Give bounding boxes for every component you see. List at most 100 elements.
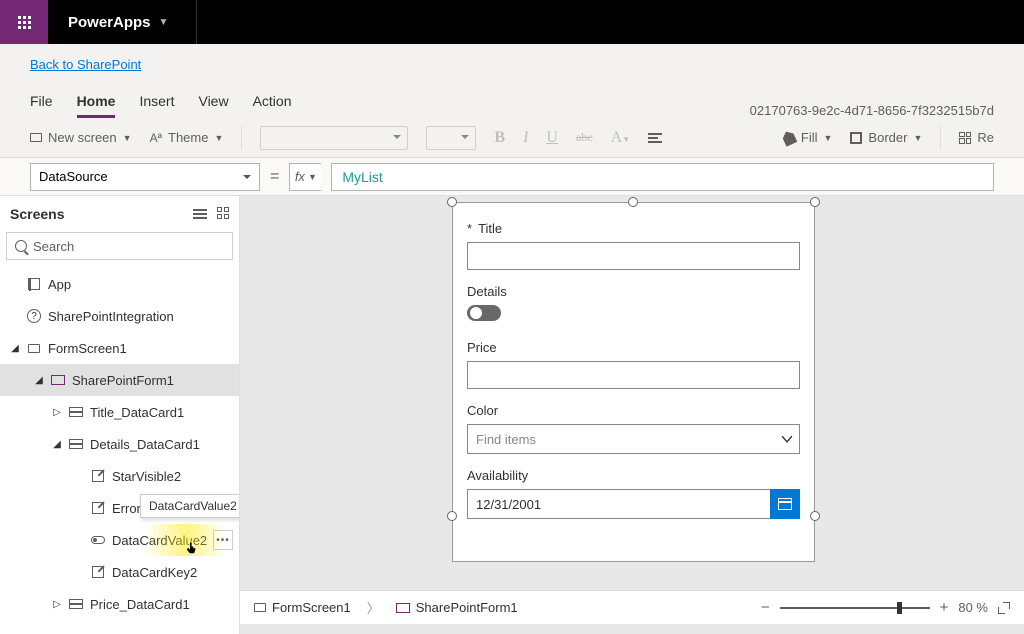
- app-title-text: PowerApps: [68, 14, 151, 31]
- waffle-button[interactable]: [0, 0, 48, 44]
- border-label: Border: [868, 130, 907, 145]
- border-button[interactable]: Border ▼: [850, 130, 922, 145]
- menu-file[interactable]: File: [30, 93, 53, 118]
- app-title-dropdown[interactable]: PowerApps ▼: [48, 0, 188, 44]
- tree-sp-integration[interactable]: ? SharePointIntegration: [0, 300, 239, 332]
- font-family-dropdown[interactable]: [260, 126, 408, 150]
- menu-insert[interactable]: Insert: [139, 93, 174, 118]
- tree-label: DataCardValue2: [112, 533, 207, 548]
- zoom-label: 80 %: [958, 600, 988, 615]
- required-indicator: *: [467, 221, 472, 236]
- tree-tooltip: DataCardValue2: [140, 494, 239, 518]
- menu-view[interactable]: View: [198, 93, 228, 118]
- selection-handle[interactable]: [810, 197, 820, 207]
- chevron-down-icon: ▼: [824, 133, 833, 143]
- color-combobox[interactable]: Find items: [467, 424, 800, 454]
- tree-details-datacard[interactable]: ◢ Details_DataCard1: [0, 428, 239, 460]
- underline-button[interactable]: U: [546, 129, 558, 147]
- selection-handle[interactable]: [447, 197, 457, 207]
- fill-button[interactable]: Fill ▼: [783, 130, 833, 145]
- italic-button[interactable]: I: [523, 129, 528, 147]
- new-screen-label: New screen: [48, 130, 117, 145]
- tree-price-datacard[interactable]: ▷ Price_DataCard1: [0, 588, 239, 620]
- font-size-dropdown[interactable]: [426, 126, 476, 150]
- expand-arrow[interactable]: ▷: [52, 599, 62, 610]
- canvas[interactable]: * Title Details Price Color Find items: [240, 196, 1024, 634]
- new-screen-button[interactable]: New screen ▼: [30, 130, 132, 145]
- chevron-down-icon: ▼: [159, 17, 169, 28]
- form-icon: [51, 375, 65, 385]
- divider: [241, 126, 242, 150]
- zoom-slider[interactable]: [780, 607, 930, 609]
- reorder-button[interactable]: Re: [959, 130, 994, 145]
- tree-label: FormScreen1: [48, 341, 127, 356]
- align-icon: [648, 131, 662, 145]
- details-toggle[interactable]: [467, 305, 501, 321]
- cursor-icon: [184, 540, 200, 556]
- fill-label: Fill: [801, 130, 818, 145]
- fullscreen-button[interactable]: [998, 602, 1010, 614]
- formula-value: MyList: [342, 169, 382, 185]
- zoom-in-button[interactable]: +: [940, 599, 949, 616]
- toggle-icon: [91, 536, 105, 544]
- tree-datacardkey[interactable]: DataCardKey2: [0, 556, 239, 588]
- selection-handle[interactable]: [447, 511, 457, 521]
- tree-title-datacard[interactable]: ▷ Title_DataCard1: [0, 396, 239, 428]
- list-view-icon[interactable]: [193, 207, 207, 221]
- back-to-sharepoint-link[interactable]: Back to SharePoint: [30, 57, 141, 72]
- card-icon: [69, 407, 83, 417]
- tree-label: SharePointForm1: [72, 373, 174, 388]
- reorder-label: Re: [977, 130, 994, 145]
- date-value: 12/31/2001: [476, 497, 541, 512]
- color-label: Color: [467, 403, 498, 418]
- collapse-arrow[interactable]: ◢: [10, 343, 20, 354]
- expand-arrow[interactable]: ▷: [52, 407, 62, 418]
- font-color-button[interactable]: A▼: [611, 129, 630, 147]
- screens-pane: Screens Search App ? SharePointIntegrati…: [0, 196, 240, 634]
- theme-button[interactable]: Aª Theme ▼: [150, 130, 224, 145]
- fx-button[interactable]: fx▼: [289, 163, 321, 191]
- bottom-bar: FormScreen1 〉 SharePointForm1 − + 80 %: [240, 590, 1024, 624]
- selection-handle[interactable]: [628, 197, 638, 207]
- theme-label: Theme: [168, 130, 208, 145]
- tree-view: App ? SharePointIntegration ◢ FormScreen…: [0, 264, 239, 634]
- tree-label: Title_DataCard1: [90, 405, 184, 420]
- tree-datacardvalue[interactable]: DataCardValue2 •••: [0, 524, 239, 556]
- collapse-arrow[interactable]: ◢: [52, 439, 62, 450]
- breadcrumb-screen[interactable]: FormScreen1: [254, 600, 351, 615]
- divider: [196, 0, 197, 44]
- chevron-down-icon: ▼: [913, 133, 922, 143]
- title-input[interactable]: [467, 242, 800, 270]
- menu-home[interactable]: Home: [77, 93, 116, 118]
- tree-starvisible[interactable]: StarVisible2: [0, 460, 239, 492]
- tree-formscreen[interactable]: ◢ FormScreen1: [0, 332, 239, 364]
- breadcrumb-form[interactable]: SharePointForm1: [396, 600, 518, 615]
- tree-label: Details_DataCard1: [90, 437, 200, 452]
- formula-input[interactable]: MyList: [331, 163, 994, 191]
- price-input[interactable]: [467, 361, 800, 389]
- menu-action[interactable]: Action: [253, 93, 292, 118]
- date-picker-button[interactable]: [770, 489, 800, 519]
- more-button[interactable]: •••: [213, 530, 233, 550]
- align-button[interactable]: [648, 131, 662, 145]
- bold-button[interactable]: B: [494, 129, 505, 147]
- selection-handle[interactable]: [810, 511, 820, 521]
- date-input[interactable]: 12/31/2001: [467, 489, 770, 519]
- app-icon: [28, 278, 40, 290]
- availability-label: Availability: [467, 468, 528, 483]
- breadcrumb-separator: 〉: [367, 598, 380, 617]
- tree-app[interactable]: App: [0, 268, 239, 300]
- zoom-out-button[interactable]: −: [761, 599, 770, 616]
- calendar-icon: [778, 498, 792, 510]
- grid-view-icon[interactable]: [217, 207, 229, 221]
- collapse-arrow[interactable]: ◢: [34, 375, 44, 386]
- strikethrough-button[interactable]: abc: [576, 130, 593, 145]
- search-placeholder: Search: [33, 239, 74, 254]
- control-icon: [92, 566, 104, 578]
- tree-errormessage[interactable]: ErrorM DataCardValue2: [0, 492, 239, 524]
- form-preview: * Title Details Price Color Find items: [452, 202, 815, 562]
- property-dropdown[interactable]: DataSource: [30, 163, 260, 191]
- fill-icon: [780, 129, 797, 147]
- search-input[interactable]: Search: [6, 232, 233, 260]
- tree-sharepointform[interactable]: ◢ SharePointForm1: [0, 364, 239, 396]
